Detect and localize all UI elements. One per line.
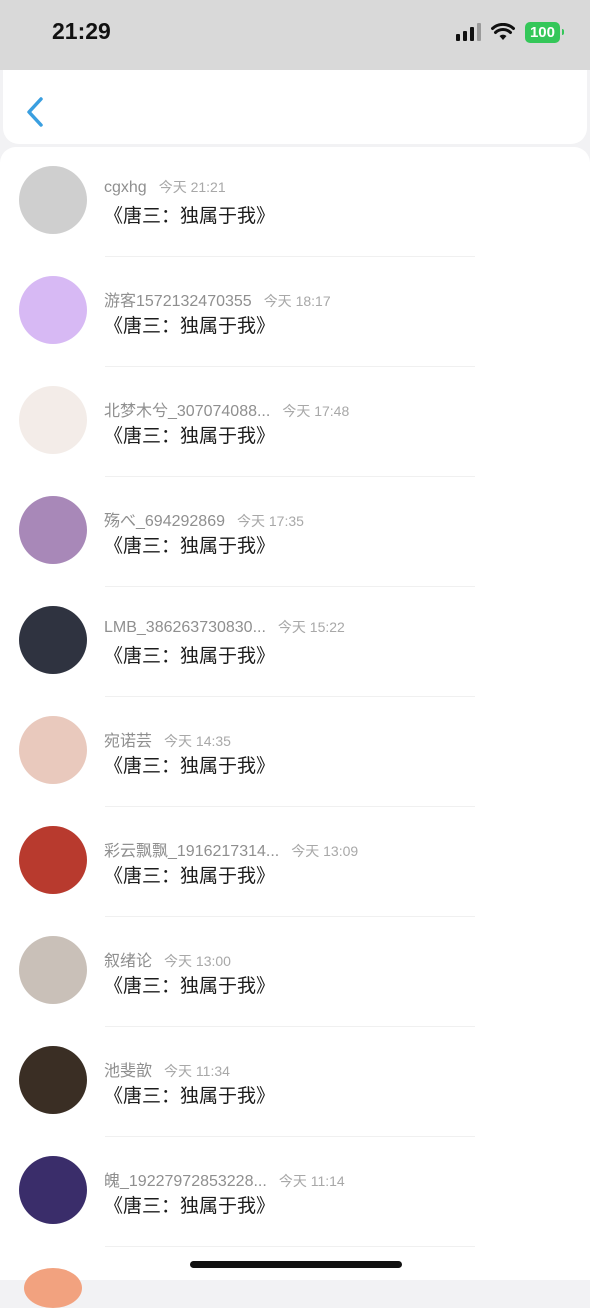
message-time: 今天 14:35 [164, 733, 231, 749]
avatar[interactable] [19, 716, 87, 784]
message-meta: LMB_386263730830... 今天 15:22 [104, 617, 345, 637]
avatar[interactable] [19, 276, 87, 344]
signal-icon [455, 23, 481, 41]
message-text: 《唐三：独属于我》 [104, 1195, 276, 1217]
message-text: 《唐三：独属于我》 [104, 975, 276, 997]
user-name[interactable]: 叙绪论 [104, 953, 152, 970]
list-item[interactable]: LMB_386263730830... 今天 15:22 《唐三：独属于我》 [0, 587, 590, 697]
message-meta: 游客1572132470355 今天 18:17 [104, 287, 331, 311]
user-name[interactable]: 彩云飘飘_1916217314... [104, 843, 279, 860]
status-time: 21:29 [52, 18, 111, 44]
list-item[interactable]: 北梦木兮_307074088... 今天 17:48 《唐三：独属于我》 [0, 367, 590, 477]
avatar[interactable] [19, 606, 87, 674]
status-bar: 21:29 100 [0, 0, 590, 70]
list-item[interactable]: 叙绪论 今天 13:00 《唐三：独属于我》 [0, 917, 590, 1027]
message-text: 《唐三：独属于我》 [104, 1085, 276, 1107]
avatar[interactable] [19, 826, 87, 894]
list-item[interactable]: 魄_19227972853228... 今天 11:14 《唐三：独属于我》 [0, 1137, 590, 1247]
nav-bar [3, 70, 587, 144]
message-time: 今天 21:21 [158, 179, 226, 195]
user-name[interactable]: 北梦木兮_307074088... [104, 403, 270, 420]
wifi-icon [490, 23, 515, 40]
message-time: 今天 13:00 [164, 953, 231, 969]
message-meta: cgxhg 今天 21:21 [104, 177, 226, 197]
avatar[interactable] [19, 1046, 87, 1114]
list-item[interactable]: 殇べ_694292869 今天 17:35 《唐三：独属于我》 [0, 477, 590, 587]
avatar[interactable] [19, 386, 87, 454]
message-meta: 殇べ_694292869 今天 17:35 [104, 507, 304, 531]
user-name[interactable]: LMB_386263730830... [104, 619, 266, 636]
message-text: 《唐三：独属于我》 [104, 645, 276, 667]
message-meta: 彩云飘飘_1916217314... 今天 13:09 [104, 837, 358, 861]
message-meta: 叙绪论 今天 13:00 [104, 947, 231, 971]
user-name[interactable]: 池斐歆 [104, 1063, 152, 1080]
message-time: 今天 18:17 [263, 293, 331, 309]
status-icons: 100 [455, 21, 565, 43]
chevron-left-icon[interactable] [23, 96, 47, 128]
message-time: 今天 13:09 [291, 843, 359, 859]
message-text: 《唐三：独属于我》 [104, 755, 276, 777]
message-text: 《唐三：独属于我》 [104, 865, 276, 887]
message-text: 《唐三：独属于我》 [104, 425, 276, 447]
message-meta: 北梦木兮_307074088... 今天 17:48 [104, 397, 349, 421]
message-list: cgxhg 今天 21:21 《唐三：独属于我》 游客1572132470355 今天 … [0, 147, 590, 1280]
message-time: 今天 17:48 [282, 403, 350, 419]
list-item[interactable]: 彩云飘飘_1916217314... 今天 13:09 《唐三：独属于我》 [0, 807, 590, 917]
list-item[interactable]: 宛诺芸 今天 14:35 《唐三：独属于我》 [0, 697, 590, 807]
message-time: 今天 11:14 [278, 1173, 345, 1189]
avatar [24, 1268, 82, 1308]
user-name[interactable]: 殇べ_694292869 [104, 513, 225, 530]
avatar[interactable] [19, 166, 87, 234]
user-name[interactable]: cgxhg [104, 179, 147, 196]
message-meta: 宛诺芸 今天 14:35 [104, 727, 231, 751]
message-time: 今天 17:35 [237, 513, 304, 529]
home-indicator [190, 1261, 402, 1268]
message-meta: 魄_19227972853228... 今天 11:14 [104, 1167, 345, 1191]
avatar[interactable] [19, 1156, 87, 1224]
message-time: 今天 15:22 [277, 619, 345, 635]
avatar[interactable] [19, 936, 87, 1004]
message-text: 《唐三：独属于我》 [104, 205, 276, 227]
message-meta: 池斐歆 今天 11:34 [104, 1057, 230, 1081]
user-name[interactable]: 游客1572132470355 [104, 293, 252, 310]
list-item[interactable]: cgxhg 今天 21:21 《唐三：独属于我》 [0, 147, 590, 257]
avatar[interactable] [19, 496, 87, 564]
list-item[interactable]: 池斐歆 今天 11:34 《唐三：独属于我》 [0, 1027, 590, 1137]
message-time: 今天 11:34 [164, 1063, 230, 1079]
battery-icon: 100 [524, 21, 565, 43]
list-item[interactable]: 游客1572132470355 今天 18:17 《唐三：独属于我》 [0, 257, 590, 367]
message-text: 《唐三：独属于我》 [104, 535, 276, 557]
user-name[interactable]: 宛诺芸 [104, 733, 152, 750]
message-text: 《唐三：独属于我》 [104, 315, 276, 337]
user-name[interactable]: 魄_19227972853228... [104, 1173, 267, 1190]
